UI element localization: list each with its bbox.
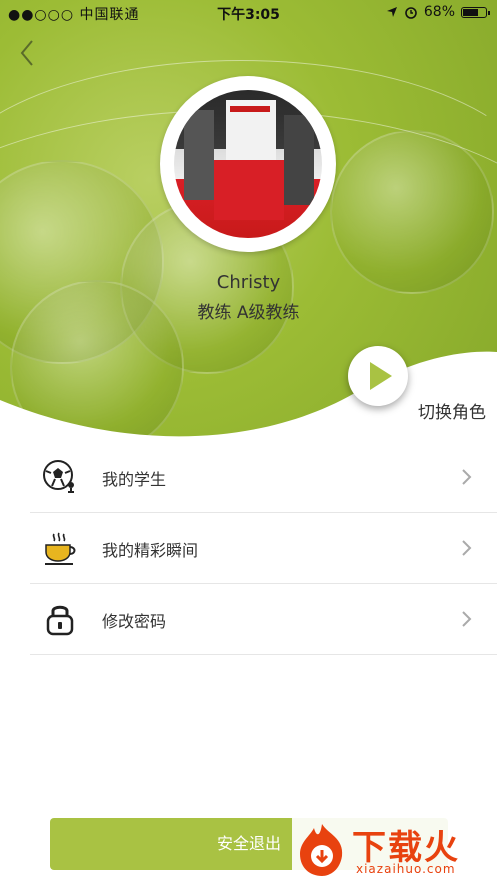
alarm-icon [405, 7, 417, 19]
menu-item-my-students[interactable]: 我的学生 [30, 442, 497, 513]
profile-name: Christy [216, 272, 281, 293]
menu-item-change-password[interactable]: 修改密码 [30, 584, 497, 655]
status-bar: ●●○○○ 中国联通 下午3:05 68% [0, 0, 497, 26]
hero-wave [0, 351, 497, 460]
avatar-photo [174, 90, 322, 238]
menu-item-highlights[interactable]: 我的精彩瞬间 [30, 513, 497, 584]
menu-item-label: 修改密码 [102, 612, 167, 631]
watermark: 下载火 xiazaihuo.com [292, 818, 497, 880]
switch-role-label[interactable]: 切换角色 [418, 398, 486, 423]
logout-label: 安全退出 [216, 834, 281, 853]
menu-item-label: 我的精彩瞬间 [102, 541, 199, 560]
avatar[interactable] [160, 76, 336, 252]
battery-icon [461, 6, 490, 18]
switch-role-button[interactable] [348, 346, 408, 406]
battery-percent: 68% [423, 4, 455, 20]
menu-item-label: 我的学生 [102, 470, 167, 489]
lock-icon [46, 605, 74, 636]
back-chevron-icon[interactable] [14, 38, 44, 68]
flame-logo-icon [300, 824, 343, 876]
status-right: 68% [386, 4, 490, 20]
coffee-cup-icon [45, 532, 76, 565]
menu-list: 我的学生 我的精彩瞬间 修改密码 [30, 442, 497, 655]
play-icon [370, 362, 392, 390]
chevron-right-icon [462, 540, 472, 556]
profile-role: 教练 A级教练 [197, 303, 300, 323]
location-icon [386, 7, 397, 17]
chevron-right-icon [462, 611, 472, 627]
soccer-coach-icon [43, 460, 74, 493]
chevron-right-icon [462, 469, 472, 485]
watermark-url: xiazaihuo.com [356, 862, 456, 876]
